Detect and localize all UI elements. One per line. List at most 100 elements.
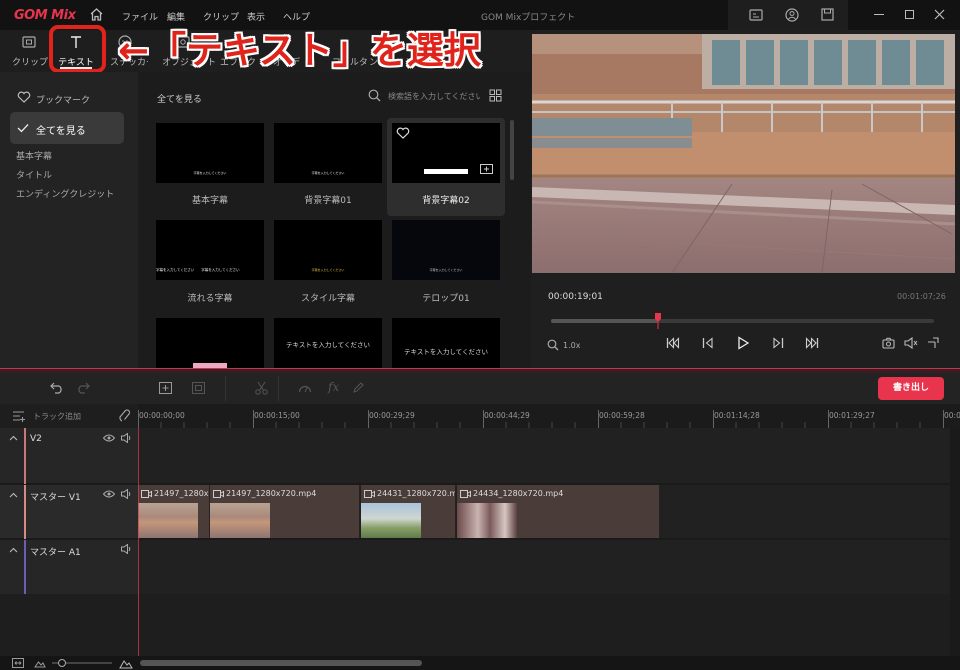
insert-clip-icon[interactable] [159, 382, 172, 394]
favorite-heart-icon[interactable] [396, 127, 410, 139]
export-button[interactable]: 書き出し [878, 377, 944, 400]
text-template-card[interactable]: テキストを入力してください [274, 318, 382, 368]
collapse-chevron-icon[interactable] [9, 492, 18, 498]
pen-icon[interactable] [352, 381, 364, 394]
add-to-timeline-icon[interactable] [480, 164, 493, 174]
menu-view[interactable]: 表示 [247, 10, 265, 23]
speed-icon[interactable] [298, 382, 312, 393]
text-template-card[interactable]: 字幕を入力してください テロップ01 [392, 220, 500, 308]
category-title[interactable]: タイトル [16, 168, 52, 181]
total-time: 00:01:07;26 [897, 292, 946, 301]
volume-icon[interactable] [904, 337, 918, 349]
text-template-card[interactable]: 字幕を入力してください 基本字幕 [156, 123, 264, 211]
search-input[interactable]: 検索語を入力してください。 [388, 91, 480, 102]
video-clip[interactable]: 24434_1280x720.mp4 [457, 485, 659, 538]
play-icon[interactable] [737, 336, 749, 350]
menu-edit[interactable]: 編集 [167, 10, 185, 23]
playhead-line[interactable] [138, 428, 139, 656]
track-color-bar [24, 540, 26, 594]
next-frame-icon[interactable] [772, 337, 784, 349]
template-thumbnail: 字幕を入力してください [392, 220, 500, 280]
track-name: マスター A1 [30, 548, 81, 558]
cut-icon[interactable] [255, 381, 268, 395]
track-header-empty [0, 594, 138, 656]
check-icon [17, 123, 29, 133]
video-clip-icon [364, 490, 375, 498]
subtitle-icon[interactable] [749, 9, 763, 21]
mute-speaker-icon[interactable] [121, 433, 132, 443]
current-time: 00:00:19;01 [548, 292, 603, 302]
tab-clip[interactable]: クリップ [8, 30, 52, 72]
timeline-empty-area [138, 594, 950, 656]
text-template-card[interactable]: テキストを入力してください [392, 318, 500, 368]
redo-icon[interactable] [76, 381, 90, 394]
zoom-slider-handle[interactable] [58, 659, 66, 667]
clip-filename: 24434_1280x720.mp4 [473, 489, 564, 498]
save-icon[interactable] [821, 8, 834, 21]
template-thumbnail: 字幕を入力してください [156, 123, 264, 183]
account-icon[interactable] [785, 8, 799, 22]
text-template-card[interactable]: 字幕を入力してください スタイル字幕 [274, 220, 382, 308]
skip-to-end-icon[interactable] [805, 337, 819, 349]
minimize-icon[interactable] [874, 14, 884, 15]
mute-speaker-icon[interactable] [121, 489, 132, 499]
collapse-chevron-icon[interactable] [9, 547, 18, 553]
bookmark-label[interactable]: ブックマーク [36, 93, 90, 106]
track-color-bar [24, 428, 26, 484]
grid-view-icon[interactable] [489, 89, 502, 102]
text-template-card[interactable] [156, 318, 264, 368]
track-lane-master-a1[interactable] [138, 540, 950, 594]
overlay-clip-icon[interactable] [192, 382, 205, 394]
previous-frame-icon[interactable] [702, 337, 714, 349]
timeline-ruler[interactable]: 00:00:00;00 00:00:15;00 00:00:29;29 00:0… [138, 404, 960, 428]
video-clip[interactable]: 24431_1280x720.m... [361, 485, 456, 538]
text-template-card[interactable]: 字幕を入力してください 背景字幕01 [274, 123, 382, 211]
toolbar-separator [278, 376, 279, 401]
magnet-icon[interactable] [119, 409, 131, 422]
category-all[interactable]: 全てを見る [10, 112, 124, 144]
library-scrollbar[interactable] [510, 120, 514, 180]
collapse-chevron-icon[interactable] [9, 435, 18, 441]
seek-bar[interactable] [551, 313, 934, 329]
zoom-out-mountain-icon[interactable] [34, 658, 46, 668]
expand-icon[interactable] [927, 337, 939, 349]
clip-filename: 21497_1280x... [154, 489, 210, 498]
zoom-icon[interactable] [547, 339, 559, 351]
undo-icon[interactable] [50, 381, 64, 394]
camera-icon[interactable] [882, 337, 895, 349]
menu-file[interactable]: ファイル [122, 10, 158, 23]
timeline-v-scrollbar[interactable] [950, 428, 960, 656]
add-track-icon[interactable] [12, 410, 25, 422]
video-clip[interactable]: 21497_1280x... [138, 485, 210, 538]
timeline-h-scrollbar[interactable] [140, 660, 422, 666]
clip-thumbnail [138, 503, 198, 538]
close-icon[interactable] [934, 9, 945, 20]
video-clip[interactable]: 21497_1280x720.mp4 [210, 485, 360, 538]
text-template-card-hovered[interactable]: 背景字幕02 [387, 118, 505, 216]
skip-to-start-icon[interactable] [666, 337, 680, 349]
maximize-icon[interactable] [905, 10, 914, 19]
home-icon[interactable] [89, 7, 104, 22]
category-ending-credit[interactable]: エンディングクレジット [16, 187, 114, 200]
add-track-label[interactable]: トラック追加 [33, 411, 81, 422]
mute-speaker-icon[interactable] [121, 544, 132, 554]
visibility-eye-icon[interactable] [103, 434, 115, 442]
text-template-card[interactable]: 字幕を入力してください 字幕を入力してください 流れる字幕 [156, 220, 264, 308]
visibility-eye-icon[interactable] [103, 490, 115, 498]
menu-clip[interactable]: クリップ [203, 10, 239, 23]
category-basic-subtitle[interactable]: 基本字幕 [16, 149, 52, 162]
track-lane-v2[interactable] [138, 428, 950, 484]
search-icon[interactable] [368, 89, 381, 102]
library-panel: 全てを見る 検索語を入力してください。 字幕を入力してください 基本字幕 字幕を… [138, 72, 531, 368]
library-sidebar: ブックマーク 全てを見る 基本字幕 タイトル エンディングクレジット [0, 72, 138, 368]
app-logo: GOM Mix [14, 8, 76, 23]
fit-width-icon[interactable] [12, 658, 24, 668]
preview-panel: 00:00:19;01 00:01:07;26 1.0x [531, 30, 960, 368]
function-icon[interactable]: fx [328, 380, 339, 394]
menu-help[interactable]: ヘルプ [283, 10, 310, 23]
seek-bar-fill [551, 319, 659, 323]
zoom-level[interactable]: 1.0x [563, 341, 580, 350]
zoom-in-mountain-icon[interactable] [119, 657, 133, 669]
template-thumbnail [156, 318, 264, 368]
bookmark-heart-icon[interactable] [17, 91, 31, 103]
